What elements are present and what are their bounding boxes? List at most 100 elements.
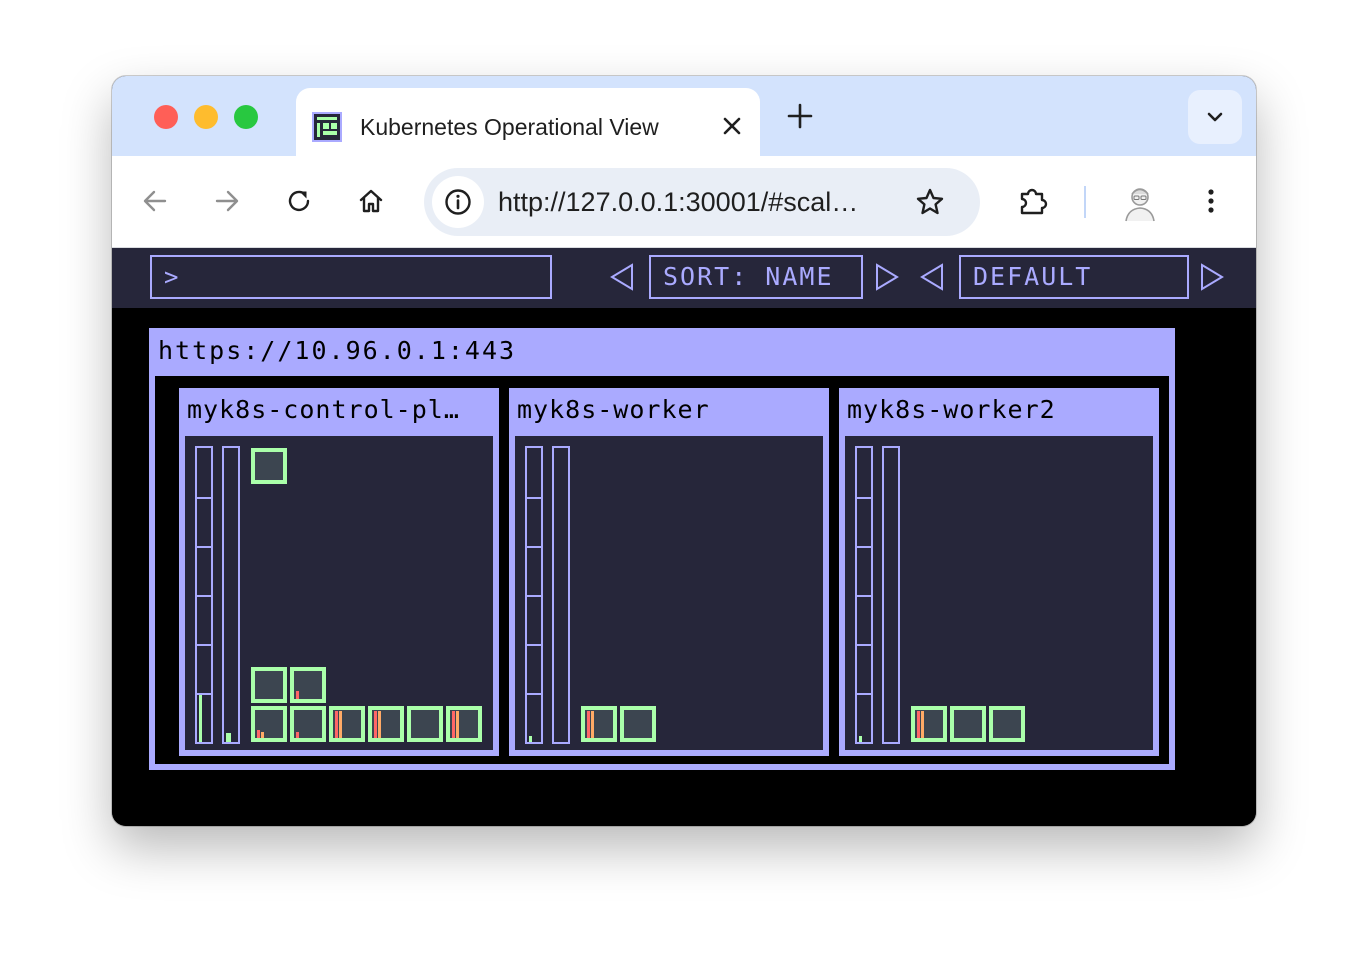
cpu-bar-segment — [527, 497, 541, 499]
cpu-bar-segment — [527, 644, 541, 646]
node-name: myk8s-worker — [517, 395, 710, 424]
app-top-bar: > SORT: NAME DEFAULT — [112, 248, 1256, 308]
toolbar-divider — [1084, 186, 1086, 218]
pod-memory-bar — [261, 732, 264, 738]
node-box[interactable]: myk8s-worker — [509, 388, 829, 756]
cpu-bar-segment — [857, 644, 871, 646]
sort-prev-arrow-icon[interactable] — [608, 262, 636, 292]
node-name: myk8s-worker2 — [847, 395, 1056, 424]
back-arrow-icon[interactable] — [140, 186, 170, 216]
pod-memory-bar — [591, 711, 594, 738]
node-box[interactable]: myk8s-control-pl… — [179, 388, 499, 756]
node-box[interactable]: myk8s-worker2 — [839, 388, 1159, 756]
node-body — [185, 436, 493, 750]
chevron-down-icon — [1207, 112, 1223, 122]
pod-cpu-bar — [335, 711, 338, 738]
cpu-bar-segment — [527, 693, 541, 695]
sort-next-arrow-icon[interactable] — [873, 262, 901, 292]
cpu-bar-segment — [197, 595, 211, 597]
cpu-usage-fill — [199, 695, 202, 742]
home-icon[interactable] — [356, 186, 386, 216]
cpu-bar-segment — [857, 497, 871, 499]
tab-search-button[interactable] — [1188, 90, 1242, 144]
pod[interactable] — [329, 706, 365, 742]
url-text[interactable]: http://127.0.0.1:30001/#scal… — [498, 187, 898, 218]
cluster-box[interactable]: https://10.96.0.1:443 myk8s-control-pl… — [149, 328, 1175, 770]
address-bar[interactable]: http://127.0.0.1:30001/#scal… — [424, 168, 980, 236]
window-maximize-button[interactable] — [234, 105, 258, 129]
pod-cpu-bar — [587, 711, 590, 738]
pod[interactable] — [620, 706, 656, 742]
forward-arrow-icon[interactable] — [212, 186, 242, 216]
cluster-api-url: https://10.96.0.1:443 — [158, 336, 517, 365]
more-vertical-icon[interactable] — [1196, 186, 1226, 216]
pod[interactable] — [446, 706, 482, 742]
cpu-usage-bar — [855, 446, 873, 744]
pod-cpu-bar — [374, 711, 377, 738]
node-body — [515, 436, 823, 750]
theme-next-arrow-icon[interactable] — [1198, 262, 1226, 292]
memory-usage-bar — [882, 446, 900, 744]
filter-input[interactable]: > — [150, 255, 552, 299]
pod[interactable] — [290, 706, 326, 742]
pod[interactable] — [581, 706, 617, 742]
memory-usage-bar — [222, 446, 240, 744]
memory-usage-bar — [552, 446, 570, 744]
site-info-button[interactable] — [432, 176, 484, 228]
bookmark-star-icon[interactable] — [914, 186, 946, 218]
cpu-usage-fill — [529, 736, 532, 742]
theme-prev-arrow-icon[interactable] — [918, 262, 946, 292]
cluster-nodes-area: myk8s-control-pl… myk8s-worker myk8s-wor… — [155, 376, 1169, 764]
pod-cpu-bar — [452, 711, 455, 738]
node-body — [845, 436, 1153, 750]
browser-toolbar: http://127.0.0.1:30001/#scal… — [112, 156, 1256, 248]
node-name: myk8s-control-pl… — [187, 395, 460, 424]
pod-memory-bar — [378, 711, 381, 738]
cpu-bar-segment — [197, 497, 211, 499]
pod[interactable] — [407, 706, 443, 742]
sort-selector[interactable]: SORT: NAME — [649, 255, 863, 299]
cpu-usage-bar — [195, 446, 213, 744]
pod[interactable] — [911, 706, 947, 742]
window-close-button[interactable] — [154, 105, 178, 129]
pod[interactable] — [251, 448, 287, 484]
cpu-bar-segment — [197, 546, 211, 548]
kube-ops-view-app: > SORT: NAME DEFAULT https://10.96.0.1:4… — [112, 248, 1256, 826]
info-icon — [445, 189, 471, 215]
pod-cpu-bar — [296, 691, 299, 699]
profile-avatar-icon[interactable] — [1122, 182, 1158, 222]
tab-strip: Kubernetes Operational View — [112, 76, 1256, 156]
pod[interactable] — [251, 706, 287, 742]
close-tab-icon[interactable] — [718, 112, 746, 140]
kube-ops-view-favicon-icon — [312, 112, 342, 142]
pod[interactable] — [950, 706, 986, 742]
browser-tab[interactable]: Kubernetes Operational View — [296, 88, 760, 156]
theme-selector[interactable]: DEFAULT — [959, 255, 1189, 299]
new-tab-icon[interactable] — [786, 102, 814, 130]
pod-memory-bar — [921, 711, 924, 738]
browser-window: Kubernetes Operational View http://127.0… — [112, 76, 1256, 826]
memory-usage-fill — [226, 733, 231, 742]
window-minimize-button[interactable] — [194, 105, 218, 129]
extensions-puzzle-icon[interactable] — [1016, 184, 1050, 218]
cpu-bar-segment — [197, 693, 211, 695]
cpu-bar-segment — [527, 546, 541, 548]
cpu-bar-segment — [197, 644, 211, 646]
cpu-usage-bar — [525, 446, 543, 744]
cpu-bar-segment — [857, 595, 871, 597]
cpu-bar-segment — [527, 595, 541, 597]
pod[interactable] — [989, 706, 1025, 742]
pod-cpu-bar — [296, 732, 299, 738]
pod[interactable] — [368, 706, 404, 742]
pod-cpu-bar — [257, 730, 260, 738]
pod[interactable] — [290, 667, 326, 703]
pod-memory-bar — [339, 711, 342, 738]
pod-cpu-bar — [917, 711, 920, 738]
cpu-bar-segment — [857, 693, 871, 695]
pod[interactable] — [251, 667, 287, 703]
pod-memory-bar — [456, 711, 459, 738]
reload-icon[interactable] — [284, 186, 314, 216]
cpu-bar-segment — [857, 546, 871, 548]
tab-title: Kubernetes Operational View — [360, 114, 659, 140]
cpu-usage-fill — [859, 736, 862, 742]
